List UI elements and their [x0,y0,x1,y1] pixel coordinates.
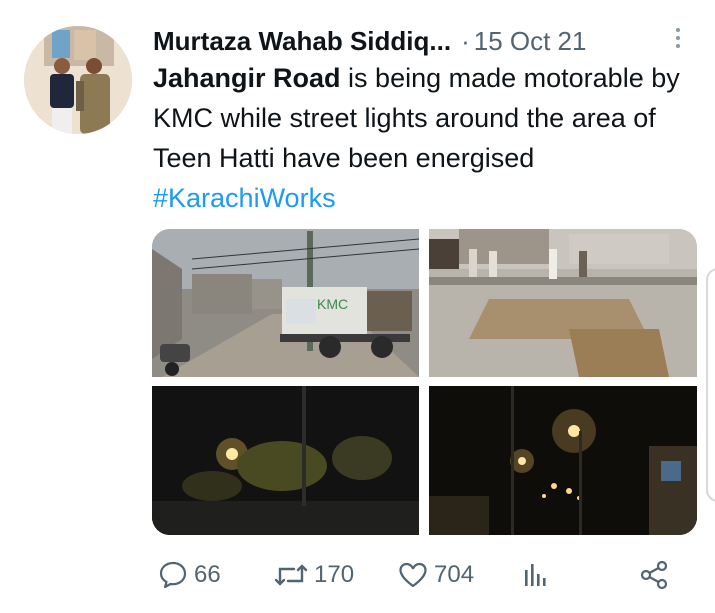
reply-count: 66 [194,561,221,588]
heart-icon [399,562,427,588]
like-count: 704 [434,561,475,588]
photo-road-truck[interactable]: KMC [152,229,419,377]
tweet-date[interactable]: 15 Oct 21 [474,26,587,56]
like-button[interactable]: 704 [398,555,474,595]
tweet-text: Jahangir Road is being made motorable by… [153,58,693,218]
avatar[interactable] [24,26,132,134]
share-button[interactable] [638,555,670,595]
author-name[interactable]: Murtaza Wahab Siddiq... [153,26,451,56]
photo-night-street-lights[interactable] [429,386,697,535]
avatar-photo [24,26,132,134]
media-grid: KMC [152,229,697,535]
more-vertical-icon[interactable] [671,26,685,52]
separator-dot: · [461,26,470,56]
hashtag-link[interactable]: #KarachiWorks [153,183,336,213]
comment-bubble-icon [159,561,187,589]
share-nodes-icon [640,560,668,590]
views-button[interactable] [520,555,550,595]
analytics-bars-icon [525,564,546,586]
retweet-icon [274,564,308,586]
reply-button[interactable]: 66 [158,555,221,595]
tweet-text-bold: Jahangir Road [153,63,341,93]
scroll-edge [706,268,715,502]
retweet-count: 170 [314,561,355,588]
photo-night-trees[interactable] [152,386,419,535]
photo-road-repair[interactable] [429,229,697,377]
retweet-button[interactable]: 170 [274,555,354,595]
tweet-header: Murtaza Wahab Siddiq... · 15 Oct 21 [153,24,693,58]
tweet-actions: 66 170 704 [0,555,715,595]
truck-kmc-label: KMC [317,296,348,312]
